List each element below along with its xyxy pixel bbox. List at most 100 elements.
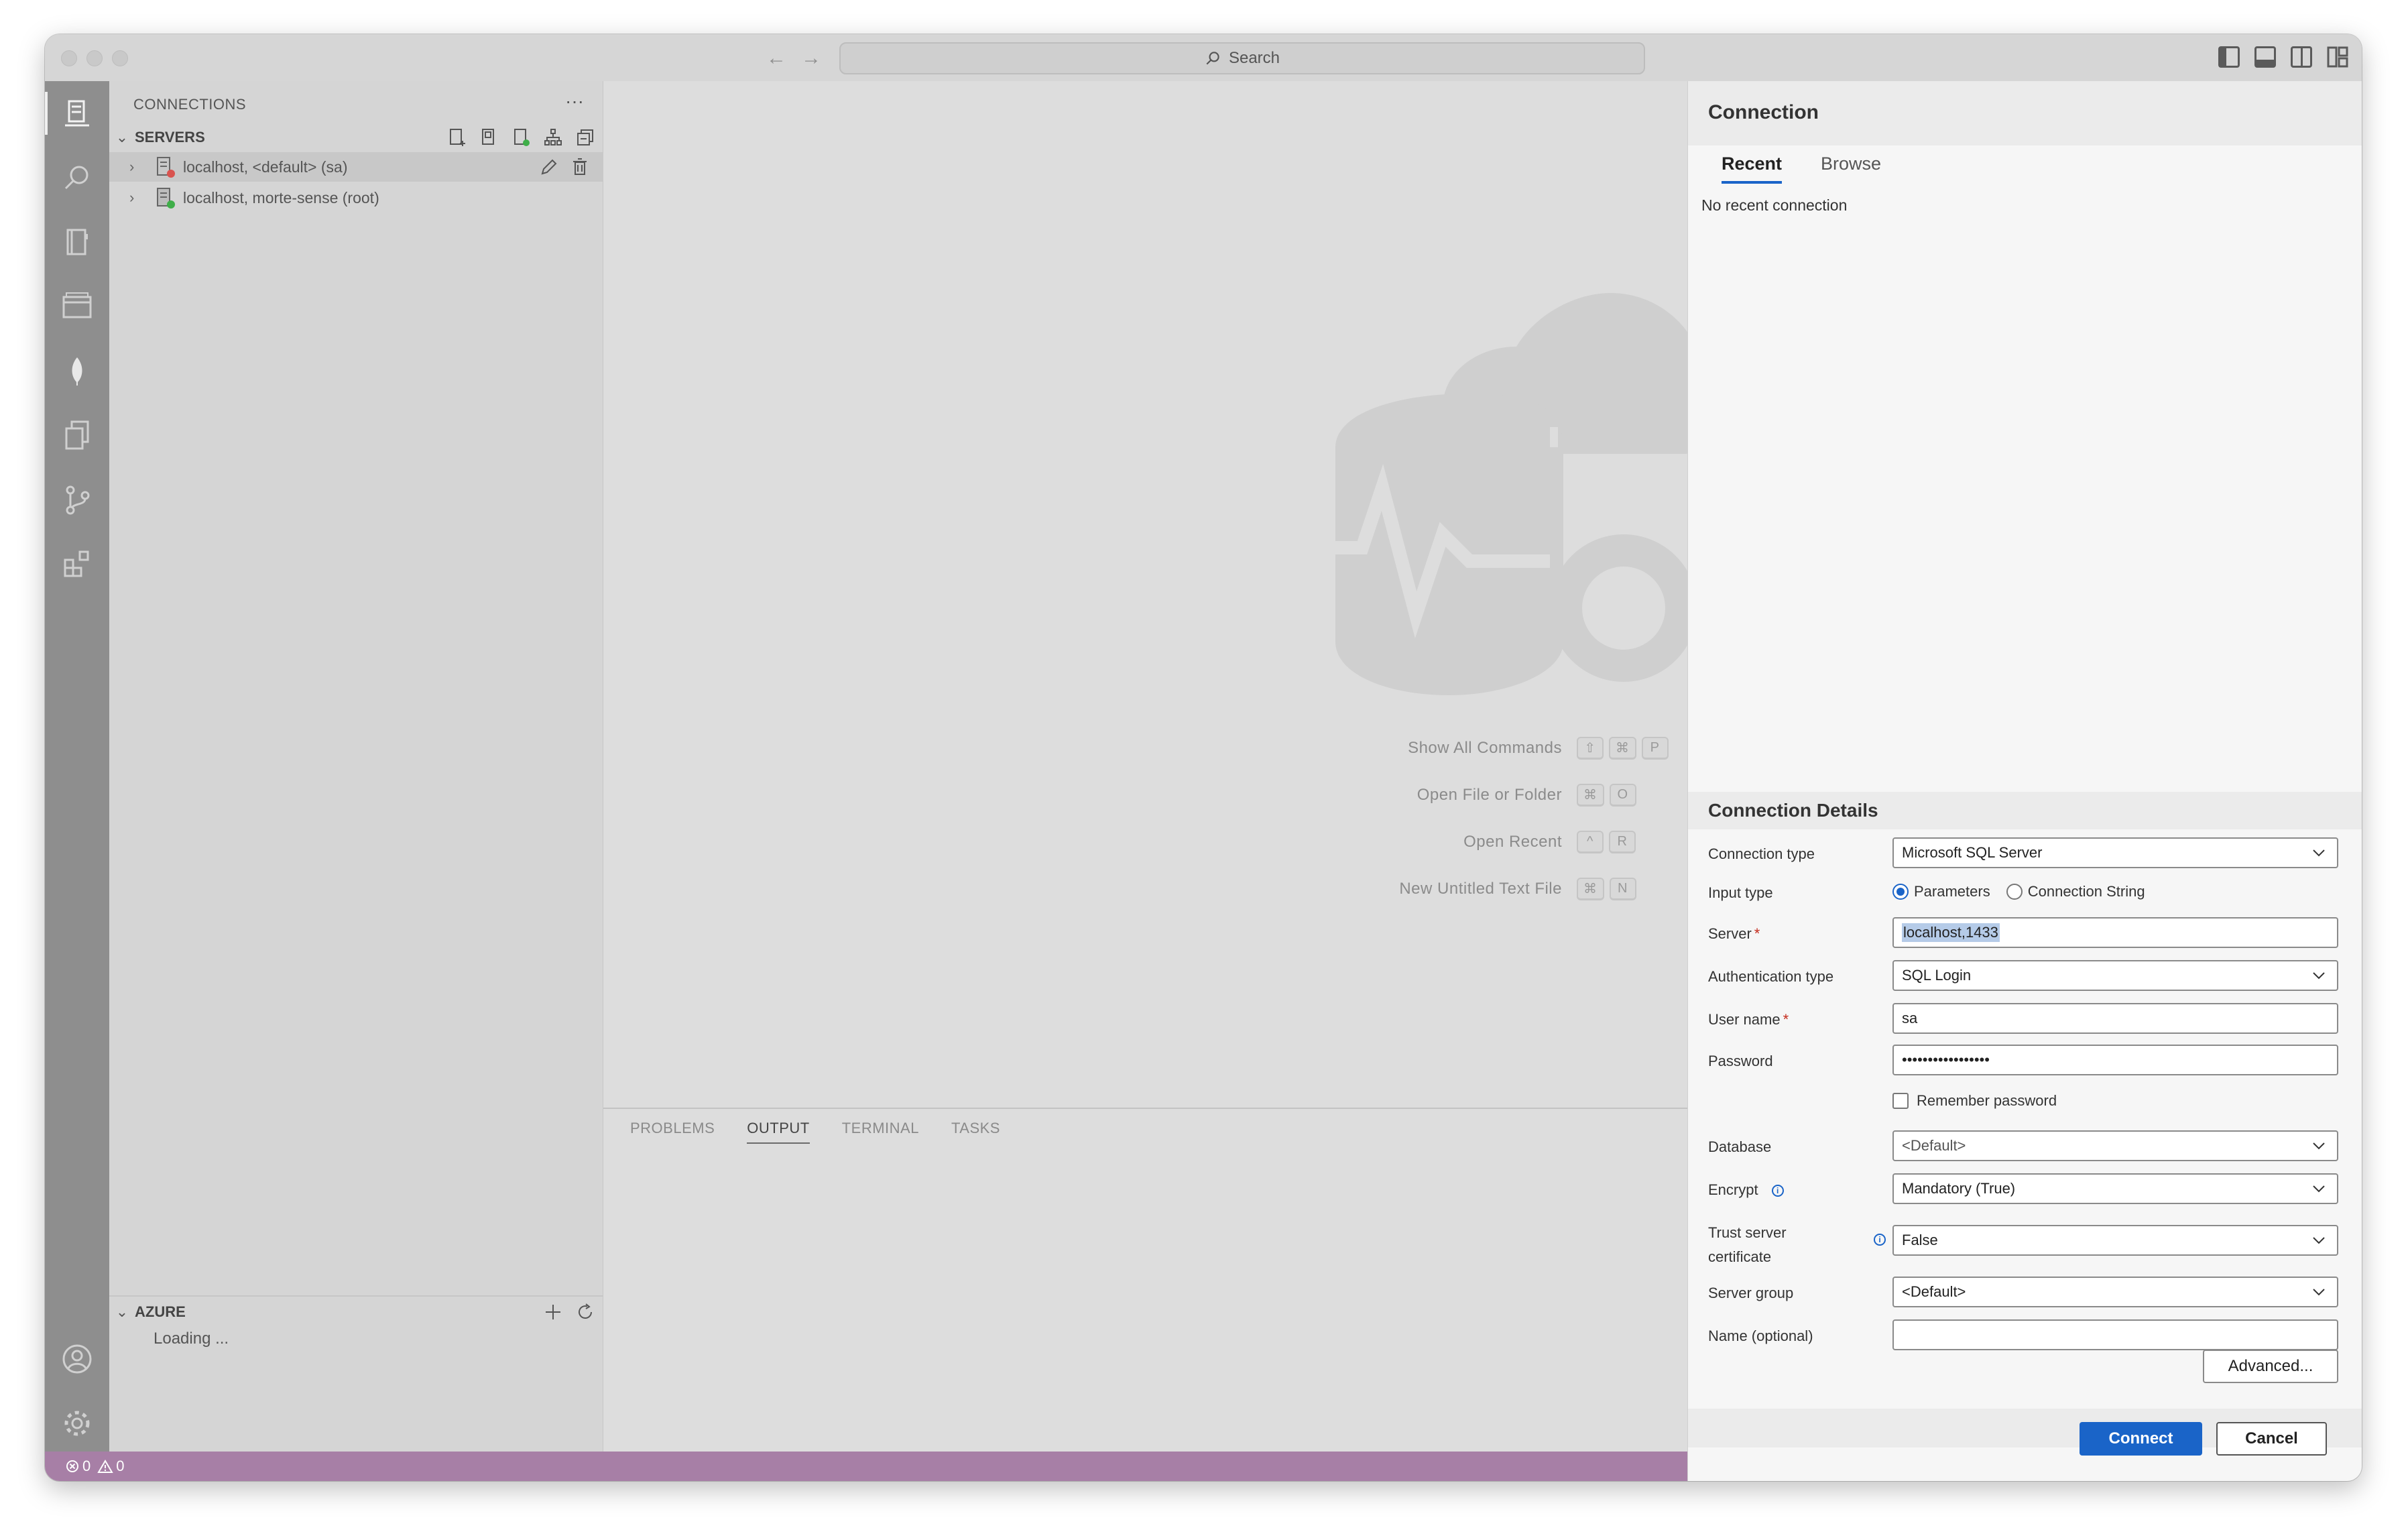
key-command: ⌘ — [1577, 878, 1604, 900]
new-connection-icon[interactable] — [446, 127, 467, 148]
azure-data-studio-watermark-logo — [1335, 293, 1711, 695]
dashboard-icon[interactable] — [45, 274, 109, 339]
trust-server-certificate-label: Trust server certificate — [1708, 1224, 1787, 1265]
encrypt-value: Mandatory (True) — [1902, 1180, 2016, 1197]
toggle-secondary-sidebar-icon[interactable] — [2291, 46, 2312, 68]
source-control-icon[interactable] — [45, 467, 109, 532]
radio-label: Parameters — [1914, 883, 1990, 900]
info-icon[interactable]: i — [1874, 1234, 1886, 1246]
tab-output[interactable]: OUTPUT — [747, 1120, 810, 1144]
shortcut-show-all-commands[interactable]: Show All Commands ⇧ ⌘ P — [603, 735, 1687, 762]
tab-recent[interactable]: Recent — [1722, 154, 1783, 184]
radio-label: Connection String — [2027, 883, 2145, 900]
key-n: N — [1609, 878, 1636, 900]
search-icon — [1206, 52, 1219, 65]
username-value: sa — [1902, 1010, 1918, 1026]
shortcut-open-file-or-folder[interactable]: Open File or Folder ⌘ O — [603, 782, 1687, 809]
connection-type-select[interactable]: Microsoft SQL Server — [1892, 837, 2338, 868]
toggle-primary-sidebar-icon[interactable] — [2218, 46, 2240, 68]
server-label: Server * — [1708, 925, 1760, 942]
chevron-down-icon — [2313, 972, 2325, 980]
checkbox-unchecked-icon — [1892, 1093, 1909, 1109]
connect-button[interactable]: Connect — [2080, 1422, 2202, 1456]
details-title: Connection Details — [1708, 800, 1878, 821]
remember-password-checkbox[interactable]: Remember password — [1892, 1092, 2057, 1110]
tab-problems[interactable]: PROBLEMS — [630, 1120, 715, 1144]
zoom-window-button[interactable] — [112, 50, 128, 66]
shortcut-new-untitled-file[interactable]: New Untitled Text File ⌘ N — [603, 876, 1687, 902]
input-type-parameters-radio[interactable]: Parameters — [1892, 883, 1990, 900]
delete-connection-icon[interactable] — [569, 156, 591, 178]
connection-details-header: Connection Details — [1688, 792, 2362, 829]
dialog-title: Connection — [1708, 101, 1819, 123]
active-connections-icon[interactable] — [510, 127, 532, 148]
explorer-files-icon[interactable] — [45, 403, 109, 467]
connection-name-input[interactable] — [1892, 1319, 2338, 1350]
tab-tasks[interactable]: TASKS — [951, 1120, 1000, 1144]
server-input[interactable]: localhost,1433 — [1892, 917, 2338, 948]
remember-password-label: Remember password — [1917, 1092, 2057, 1109]
bottom-panel: PROBLEMS OUTPUT TERMINAL TASKS — [603, 1108, 1687, 1452]
notebooks-icon[interactable] — [45, 210, 109, 274]
collapse-all-icon[interactable] — [575, 127, 596, 148]
radio-unselected-icon — [2006, 884, 2023, 900]
input-type-label: Input type — [1708, 884, 1773, 901]
database-select[interactable]: <Default> — [1892, 1130, 2338, 1161]
toggle-panel-icon[interactable] — [2254, 46, 2276, 68]
encrypt-select[interactable]: Mandatory (True) — [1892, 1173, 2338, 1204]
server-tree-icon[interactable] — [542, 127, 564, 148]
server-label: localhost, <default> (sa) — [183, 158, 348, 176]
section-divider — [109, 1295, 603, 1297]
connection-type-label: Connection type — [1708, 845, 1815, 862]
search-icon[interactable] — [45, 145, 109, 210]
more-actions-icon[interactable]: ··· — [565, 91, 584, 112]
cancel-button[interactable]: Cancel — [2216, 1422, 2327, 1456]
shortcut-open-recent[interactable]: Open Recent ^ R — [603, 829, 1687, 855]
trust-server-certificate-select[interactable]: False — [1892, 1225, 2338, 1256]
connection-dialog: Connection Recent Browse No recent conne… — [1687, 81, 2362, 1481]
server-label: localhost, morte-sense (root) — [183, 188, 379, 206]
back-arrow-icon[interactable]: ← — [763, 45, 790, 72]
app-window: ← → Search CONNECTIONS ··· ⌄ SERVERS › l… — [45, 34, 2362, 1481]
mongodb-leaf-icon[interactable] — [45, 339, 109, 403]
azure-section-header[interactable]: ⌄ AZURE — [109, 1297, 603, 1327]
editor-area: Show All Commands ⇧ ⌘ P Open File or Fol… — [603, 81, 1711, 1108]
connections-icon[interactable] — [45, 81, 109, 145]
shortcut-label: Show All Commands — [1408, 739, 1562, 757]
close-window-button[interactable] — [61, 50, 77, 66]
tab-browse[interactable]: Browse — [1821, 154, 1881, 184]
password-input[interactable]: ••••••••••••••••• — [1892, 1045, 2338, 1075]
customize-layout-icon[interactable] — [2327, 46, 2348, 68]
database-label: Database — [1708, 1138, 1772, 1155]
key-command: ⌘ — [1609, 737, 1636, 760]
server-value: localhost,1433 — [1902, 923, 2000, 942]
tab-terminal[interactable]: TERMINAL — [842, 1120, 919, 1144]
input-type-connection-string-radio[interactable]: Connection String — [2006, 883, 2145, 900]
server-group-select[interactable]: <Default> — [1892, 1277, 2338, 1307]
server-tree-item[interactable]: › localhost, <default> (sa) — [109, 152, 603, 182]
warning-icon — [97, 1460, 113, 1473]
accounts-icon[interactable] — [45, 1327, 109, 1391]
forward-arrow-icon[interactable]: → — [798, 45, 825, 72]
new-server-group-icon[interactable] — [478, 127, 499, 148]
chevron-down-icon: ⌄ — [115, 1303, 129, 1320]
settings-gear-icon[interactable] — [45, 1391, 109, 1456]
command-search-bar[interactable]: Search — [839, 42, 1645, 74]
chevron-down-icon: ⌄ — [115, 129, 129, 145]
info-icon[interactable]: i — [1771, 1185, 1784, 1197]
edit-connection-icon[interactable] — [538, 156, 560, 178]
server-tree-item[interactable]: › localhost, morte-sense (root) — [109, 183, 603, 213]
username-input[interactable]: sa — [1892, 1003, 2338, 1034]
extensions-icon[interactable] — [45, 532, 109, 596]
minimize-window-button[interactable] — [86, 50, 103, 66]
chevron-down-icon — [2313, 1142, 2325, 1150]
azure-loading-text: Loading ... — [154, 1329, 229, 1348]
problems-status[interactable]: 0 0 — [65, 1458, 125, 1475]
server-group-label: Server group — [1708, 1285, 1794, 1301]
refresh-icon[interactable] — [575, 1301, 596, 1323]
authentication-type-select[interactable]: SQL Login — [1892, 960, 2338, 991]
advanced-button[interactable]: Advanced... — [2203, 1350, 2338, 1383]
chevron-down-icon — [2313, 1289, 2325, 1296]
servers-section-header[interactable]: ⌄ SERVERS — [109, 123, 603, 152]
add-azure-account-icon[interactable] — [542, 1301, 564, 1323]
